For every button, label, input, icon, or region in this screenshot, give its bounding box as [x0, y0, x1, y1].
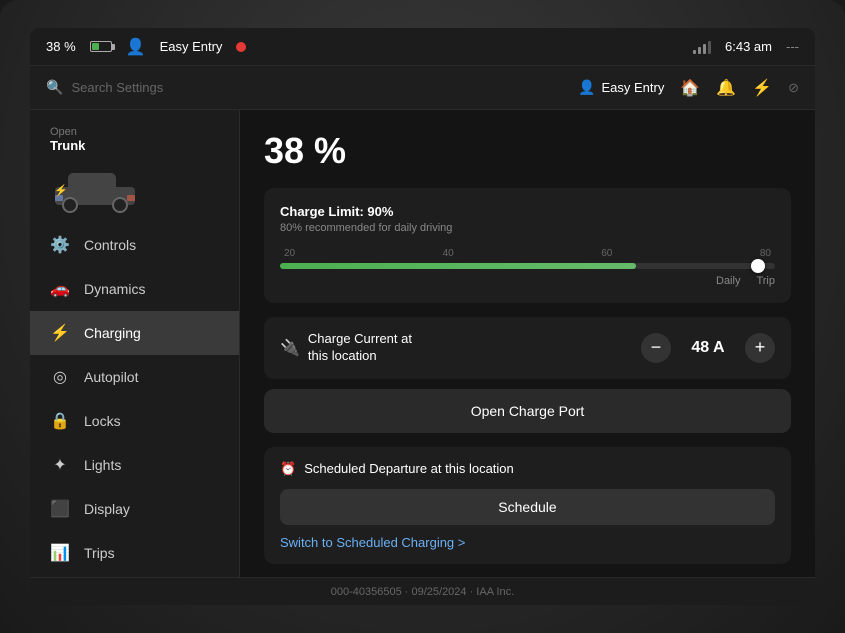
charge-slider-thumb[interactable]: [751, 259, 765, 273]
battery-icon: [90, 41, 112, 52]
sidebar-item-locks[interactable]: 🔒 Locks: [30, 399, 239, 443]
display-icon: ⬛: [50, 499, 70, 519]
trips-label: Trips: [84, 545, 115, 561]
locks-label: Locks: [84, 413, 121, 429]
nav-person-icon: 👤: [578, 79, 595, 96]
slider-label-40: 40: [443, 248, 454, 259]
display-label: Display: [84, 501, 130, 517]
charge-slider-fill: [280, 263, 636, 269]
nav-easy-entry: 👤 Easy Entry: [578, 79, 664, 96]
autopilot-icon: ◎: [50, 367, 70, 387]
battery-percentage: 38 %: [46, 39, 76, 54]
status-bar: 38 % 👤 Easy Entry 6:43 am ---: [30, 28, 815, 66]
home-icon[interactable]: 🏠: [680, 78, 700, 98]
car-info: Open Trunk ⚡: [30, 118, 239, 223]
open-charge-port-button[interactable]: Open Charge Port: [264, 389, 791, 433]
open-label: Open: [50, 126, 77, 138]
search-input[interactable]: Search Settings: [71, 80, 163, 95]
content-panel: 38 % Charge Limit: 90% 80% recommended f…: [240, 110, 815, 577]
trips-icon: 📊: [50, 543, 70, 563]
lights-label: Lights: [84, 457, 121, 473]
person-icon-status: 👤: [126, 37, 146, 57]
bezel: 38 % 👤 Easy Entry 6:43 am --- 🔍 Search S…: [0, 0, 845, 633]
rec-indicator: [236, 42, 246, 52]
footer: 000-40356505 · 09/25/2024 · IAA Inc.: [30, 577, 815, 605]
scheduled-title: ⏰ Scheduled Departure at this location: [280, 461, 775, 477]
charging-icon: ⚡: [50, 323, 70, 343]
charge-limit-title: Charge Limit: 90%: [280, 204, 775, 219]
time-display: 6:43 am: [725, 39, 772, 54]
signal-bars: [693, 40, 711, 54]
footer-text: 000-40356505 · 09/25/2024 · IAA Inc.: [331, 586, 514, 598]
nav-easy-entry-label: Easy Entry: [601, 80, 664, 95]
charge-current-value: 48 A: [683, 339, 733, 357]
search-icon: 🔍: [46, 79, 63, 96]
sidebar-item-controls[interactable]: ⚙️ Controls: [30, 223, 239, 267]
charge-current-text: Charge Current atthis location: [308, 331, 412, 365]
charge-current-label: 🔌 Charge Current atthis location: [280, 331, 412, 365]
switch-charging-link[interactable]: Switch to Scheduled Charging >: [280, 535, 775, 550]
sidebar: Open Trunk ⚡: [30, 110, 240, 577]
scheduled-departure-section: ⏰ Scheduled Departure at this location S…: [264, 447, 791, 564]
increase-button[interactable]: +: [745, 333, 775, 363]
decrease-button[interactable]: −: [641, 333, 671, 363]
lights-icon: ✦: [50, 455, 70, 475]
daily-tag: Daily: [716, 275, 740, 287]
charge-current-controls: − 48 A +: [641, 333, 775, 363]
bluetooth-icon[interactable]: ⚡: [752, 78, 772, 98]
charge-limit-sub: 80% recommended for daily driving: [280, 222, 775, 234]
slider-label-80: 80: [760, 248, 771, 259]
svg-text:⚡: ⚡: [54, 184, 68, 197]
sidebar-item-charging[interactable]: ⚡ Charging: [30, 311, 239, 355]
bell-icon[interactable]: 🔔: [716, 78, 736, 98]
status-easy-entry: Easy Entry: [160, 39, 223, 54]
sidebar-item-dynamics[interactable]: 🚗 Dynamics: [30, 267, 239, 311]
main-area: Open Trunk ⚡: [30, 110, 815, 577]
slider-label-60: 60: [601, 248, 612, 259]
autopilot-label: Autopilot: [84, 369, 138, 385]
nav-right: 👤 Easy Entry 🏠 🔔 ⚡ ⊘: [578, 78, 799, 98]
charging-label: Charging: [84, 325, 141, 341]
charge-limit-section: Charge Limit: 90% 80% recommended for da…: [264, 188, 791, 303]
slider-labels: 20 40 60 80: [280, 248, 775, 259]
clock-icon: ⏰: [280, 461, 296, 477]
sidebar-item-trips[interactable]: 📊 Trips: [30, 531, 239, 575]
dynamics-label: Dynamics: [84, 281, 145, 297]
dynamics-icon: 🚗: [50, 279, 70, 299]
slider-label-20: 20: [284, 248, 295, 259]
schedule-button[interactable]: Schedule: [280, 489, 775, 525]
sidebar-item-autopilot[interactable]: ◎ Autopilot: [30, 355, 239, 399]
charge-slider-track[interactable]: [280, 263, 775, 269]
sidebar-items: ⚙️ Controls 🚗 Dynamics ⚡ Charging ◎ Auto…: [30, 223, 239, 577]
trunk-label: Trunk: [50, 138, 85, 153]
scheduled-title-text: Scheduled Departure at this location: [304, 461, 514, 476]
search-bar[interactable]: 🔍 Search Settings: [46, 79, 566, 96]
slider-tags: Daily Trip: [280, 275, 775, 287]
trip-tag: Trip: [756, 275, 775, 287]
sidebar-item-display[interactable]: ⬛ Display: [30, 487, 239, 531]
screen: 38 % 👤 Easy Entry 6:43 am --- 🔍 Search S…: [30, 28, 815, 605]
charge-current-section: 🔌 Charge Current atthis location − 48 A …: [264, 317, 791, 379]
battery-large-display: 38 %: [264, 130, 791, 172]
plug-icon: 🔌: [280, 338, 300, 358]
controls-label: Controls: [84, 237, 136, 253]
locks-icon: 🔒: [50, 411, 70, 431]
signal-off-icon[interactable]: ⊘: [788, 80, 799, 96]
status-dashes: ---: [786, 39, 799, 54]
car-silhouette: ⚡: [50, 159, 140, 219]
sidebar-item-lights[interactable]: ✦ Lights: [30, 443, 239, 487]
top-nav: 🔍 Search Settings 👤 Easy Entry 🏠 🔔 ⚡ ⊘: [30, 66, 815, 110]
controls-icon: ⚙️: [50, 235, 70, 255]
